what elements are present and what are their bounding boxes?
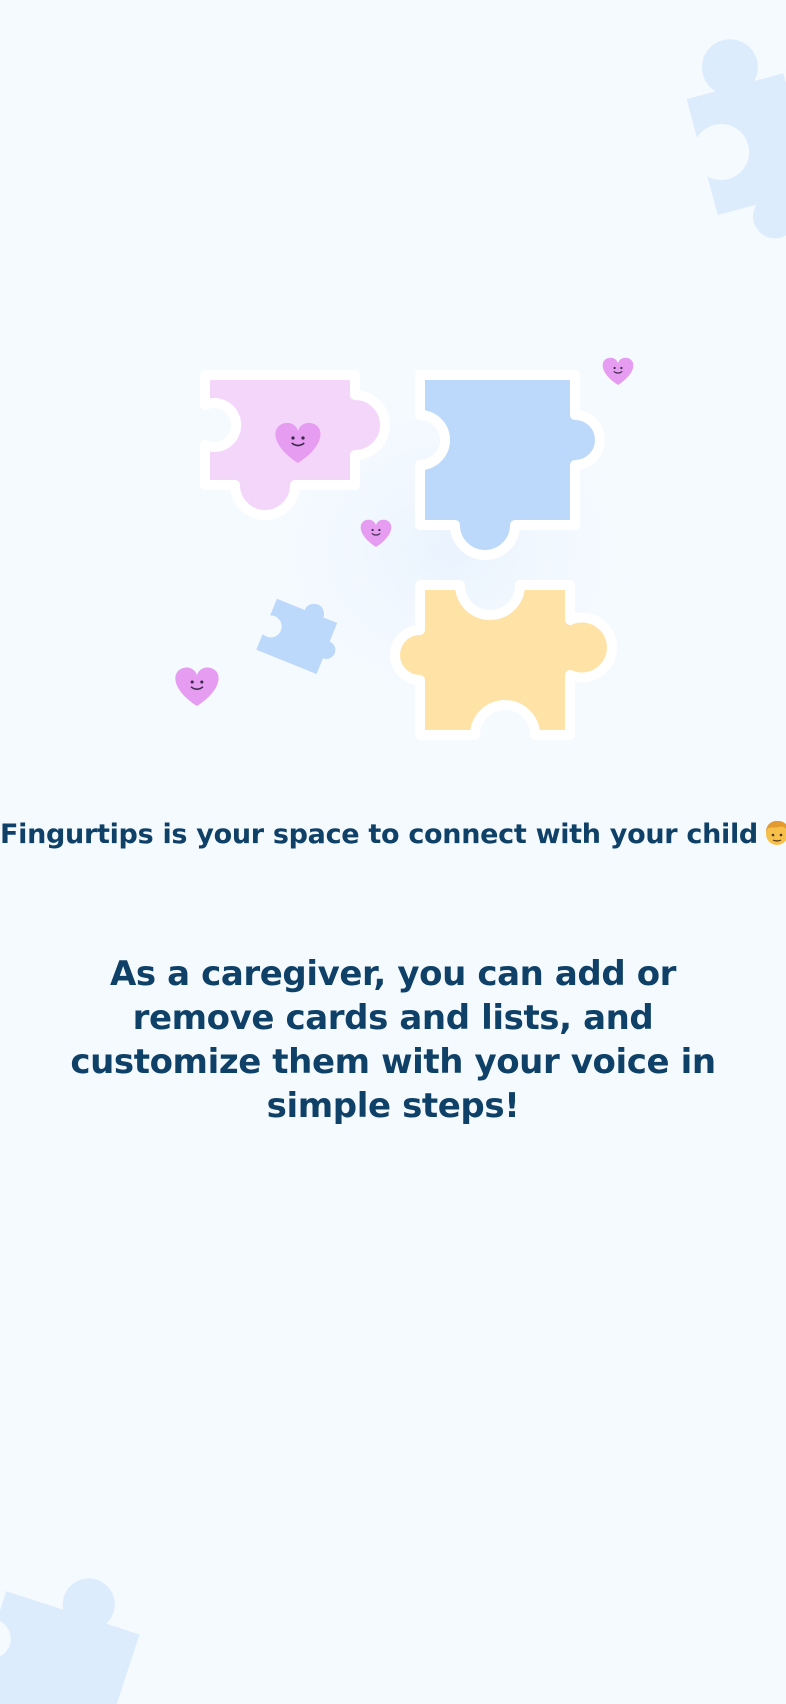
onboarding-description: As a caregiver, you can add or remove ca… [70, 954, 716, 1126]
child-emoji-icon [765, 820, 786, 845]
onboarding-headline: Fingurtips is your space to connect with… [0, 818, 786, 850]
heart-icon [602, 357, 634, 385]
puzzle-illustration [175, 357, 670, 740]
headline-text: Fingurtips is your space to connect with… [0, 819, 758, 850]
corner-puzzle-piece-top-right [686, 39, 786, 239]
corner-puzzle-piece-bottom-left [0, 1578, 140, 1704]
blue-puzzle-piece [415, 370, 605, 560]
heart-icon [175, 667, 219, 706]
